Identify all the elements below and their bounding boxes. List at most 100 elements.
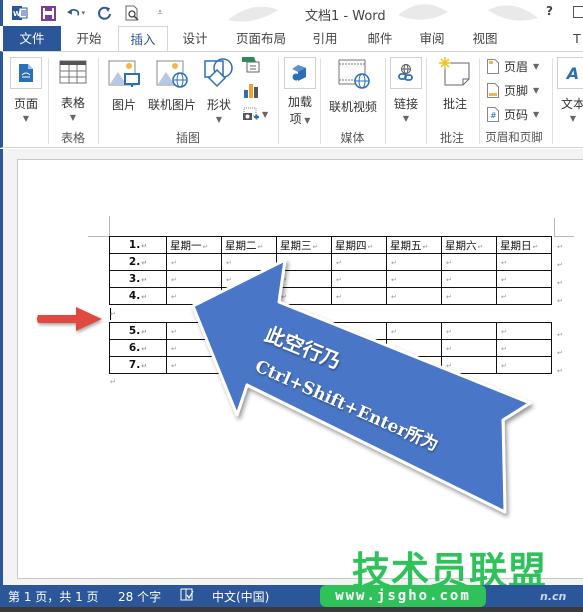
- row-number-cell[interactable]: 4.↵: [109, 287, 167, 305]
- ribbon-tabs: 文件 开始 插入 设计 页面布局 引用 邮件 审阅 视图 T: [0, 26, 583, 52]
- word-count-status[interactable]: 28 个字: [118, 588, 161, 605]
- row-end-mark: ↵: [557, 367, 563, 375]
- cell-end-mark: ↵: [312, 242, 319, 251]
- picture-button[interactable]: 图片: [106, 60, 142, 113]
- group-label-header-footer: 页眉和页脚: [485, 130, 543, 144]
- cell-text: 星期五: [390, 239, 422, 252]
- row-end-mark: ↵: [557, 261, 563, 269]
- screenshot-icon: [243, 107, 259, 120]
- cell-end-mark: ↵: [171, 345, 177, 353]
- table-cell[interactable]: 星期二↵: [221, 236, 277, 254]
- save-icon[interactable]: [39, 4, 57, 22]
- row-number-cell[interactable]: 3.↵: [109, 270, 167, 288]
- table-button[interactable]: 表格 ▼: [55, 60, 91, 122]
- margin-mark: [554, 218, 555, 236]
- row-end-mark: ↵: [557, 279, 563, 287]
- chevron-down-icon: ▼: [215, 115, 223, 124]
- row-number-cell[interactable]: 6.↵: [109, 339, 167, 357]
- cell-end-mark: ↵: [171, 293, 177, 301]
- cell-end-mark: ↵: [171, 276, 177, 284]
- cell-text: 6.: [128, 342, 141, 354]
- tab-design[interactable]: 设计: [172, 26, 218, 51]
- row-end-mark: ↵: [557, 331, 563, 339]
- comment-button[interactable]: 批注: [435, 57, 475, 112]
- header-button[interactable]: 页眉 ▼: [487, 58, 539, 75]
- tab-home[interactable]: 开始: [66, 26, 112, 51]
- chevron-down-icon: ▼: [402, 114, 410, 123]
- ribbon-display-options-button[interactable]: [573, 6, 583, 18]
- help-button[interactable]: ?: [546, 4, 553, 18]
- table-cell[interactable]: 星期六↵: [441, 236, 497, 254]
- group-label-media: 媒体: [340, 131, 365, 145]
- language-status[interactable]: 中文(中国): [212, 588, 269, 605]
- tab-page-layout[interactable]: 页面布局: [228, 26, 294, 51]
- table-cell[interactable]: 星期一↵: [166, 236, 222, 254]
- cell-text: 星期二: [225, 239, 257, 252]
- word-logo-icon[interactable]: W: [11, 4, 29, 22]
- table-cell[interactable]: 星期四↵: [331, 236, 387, 254]
- tab-view[interactable]: 视图: [465, 26, 505, 51]
- text-button[interactable]: A 文本 ▼: [556, 57, 583, 123]
- screenshot-button[interactable]: ▼: [243, 107, 268, 121]
- online-video-button[interactable]: 联机视频: [325, 58, 381, 115]
- online-video-icon: [336, 58, 370, 90]
- tab-review[interactable]: 审阅: [412, 26, 452, 51]
- table-header-row: 1.↵ 星期一↵ 星期二↵ 星期三↵ 星期四↵ 星期五↵ 星期六↵ 星期日↵: [109, 236, 552, 254]
- table-cell[interactable]: 星期日↵: [496, 236, 552, 254]
- print-preview-icon[interactable]: [123, 4, 141, 22]
- header-icon: [487, 59, 499, 74]
- cell-text: 4.: [128, 290, 141, 302]
- row-number-cell[interactable]: 7.↵: [109, 356, 167, 374]
- cell-text: 7.: [128, 359, 141, 371]
- cell-text: 星期日: [500, 239, 532, 252]
- cell-end-mark: ↵: [141, 276, 148, 284]
- tab-file[interactable]: 文件: [3, 26, 61, 51]
- page-icon: [10, 57, 42, 89]
- cell-end-mark: ↵: [141, 259, 148, 267]
- cell-end-mark: ↵: [141, 293, 148, 301]
- row-number-cell[interactable]: 1.↵: [109, 236, 167, 254]
- link-icon: [390, 57, 422, 89]
- undo-icon[interactable]: ▾: [67, 4, 85, 22]
- tab-mailings[interactable]: 邮件: [360, 26, 400, 51]
- row-number-cell[interactable]: 2.↵: [109, 253, 167, 271]
- online-picture-button[interactable]: 联机图片: [145, 60, 199, 113]
- links-button[interactable]: 链接 ▼: [390, 57, 422, 123]
- cell-end-mark: ↵: [477, 242, 484, 251]
- chart-button[interactable]: [244, 84, 260, 101]
- cell-end-mark: ↵: [367, 242, 374, 251]
- page-count-status[interactable]: 第 1 页，共 1 页: [8, 588, 99, 605]
- addins-button[interactable]: 加载 项 ▼: [284, 57, 316, 127]
- tab-insert[interactable]: 插入: [118, 26, 168, 52]
- watermark-suffix: n.cn: [540, 590, 567, 603]
- decorative-leaf-icon: [488, 5, 538, 21]
- shapes-button[interactable]: 形状 ▼: [202, 58, 236, 124]
- row-end-mark: ↵: [557, 297, 563, 305]
- cell-end-mark: ↵: [141, 242, 148, 250]
- footer-button[interactable]: 页脚 ▼: [487, 82, 539, 99]
- proofing-icon[interactable]: [180, 588, 194, 604]
- chevron-down-icon: ▼: [69, 113, 77, 122]
- smartart-button[interactable]: [242, 57, 260, 76]
- chevron-down-icon: ▼: [569, 114, 577, 123]
- chevron-down-icon: ▼: [22, 114, 30, 123]
- pages-button[interactable]: 页面 ▼: [8, 57, 44, 123]
- title-bar: W ▾ ⩡ 文档1 - Word ?: [0, 0, 583, 26]
- page-number-button[interactable]: # 页码 ▼: [487, 106, 539, 123]
- margin-mark: [109, 216, 110, 236]
- cell-end-mark: ↵: [257, 242, 264, 251]
- tab-references[interactable]: 引用: [305, 26, 345, 51]
- chart-icon: [244, 84, 258, 98]
- cell-text: 星期四: [335, 239, 367, 252]
- tab-partial[interactable]: T: [570, 26, 583, 51]
- cell-text: 3.: [128, 273, 141, 285]
- cell-end-mark: ↵: [532, 242, 539, 251]
- redo-icon[interactable]: [95, 4, 113, 22]
- customize-qat-icon[interactable]: ⩡: [151, 4, 169, 22]
- svg-text:#: #: [490, 111, 497, 120]
- table-cell[interactable]: 星期三↵: [276, 236, 332, 254]
- cell-end-mark: ↵: [141, 345, 148, 353]
- table-cell[interactable]: 星期五↵: [386, 236, 442, 254]
- cell-text: 2.: [128, 256, 141, 268]
- row-number-cell[interactable]: 5.↵: [109, 322, 167, 340]
